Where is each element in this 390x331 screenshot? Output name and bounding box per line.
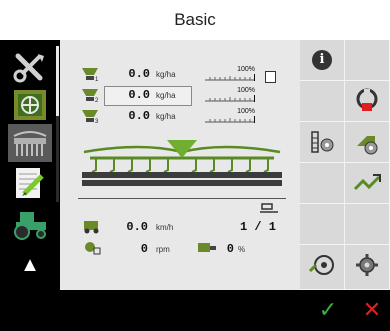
notepad-edit-icon[interactable] <box>8 164 52 202</box>
fan-hopper-icon <box>198 243 216 252</box>
softkey-empty[interactable] <box>345 40 390 81</box>
softkey-panel: i <box>300 40 390 290</box>
cancel-button[interactable]: ✕ <box>356 296 388 326</box>
bottom-bar: ✓ ✕ <box>0 290 390 331</box>
tractor-icon[interactable] <box>8 204 52 242</box>
percent-value: 0 <box>226 242 234 256</box>
speed-unit: km/h <box>156 223 174 232</box>
drive-mode-softkey[interactable] <box>345 81 390 122</box>
rate-value-1: 0.0 <box>128 67 150 81</box>
svg-text:3: 3 <box>95 119 99 124</box>
rate-unit-2: kg/ha <box>156 91 176 100</box>
rate-percent-1: 100% <box>237 66 255 73</box>
machine-settings-softkey[interactable] <box>345 122 390 163</box>
svg-text:2: 2 <box>95 98 99 103</box>
seeder-icon[interactable] <box>8 124 52 162</box>
fan-speed-icon <box>308 255 334 275</box>
rate-unit-3: kg/ha <box>156 112 176 121</box>
settings-softkey[interactable] <box>345 245 390 290</box>
rate-percent-3: 100% <box>237 108 255 115</box>
gear-icon <box>356 254 378 276</box>
divider <box>78 198 286 199</box>
rate-unit-1: kg/ha <box>156 70 176 79</box>
machine-mode-icon <box>260 203 278 213</box>
confirm-button[interactable]: ✓ <box>312 296 344 326</box>
rate-change-softkey[interactable] <box>345 163 390 204</box>
rate-gauge-2: 100% <box>205 87 255 102</box>
seeder-machine-graphic <box>82 140 282 186</box>
page-title: Basic <box>174 10 216 29</box>
left-nav-bar: ▲ ▼ <box>0 40 60 331</box>
rate-percent-2: 100% <box>237 87 255 94</box>
speed-value: 0.0 <box>126 220 148 234</box>
rpm-icon <box>85 242 101 255</box>
metering-row: 1 0.0 kg/ha 100% <box>60 66 300 84</box>
hopper-3-icon: 3 <box>82 110 99 124</box>
main-panel: 1 0.0 kg/ha 100% 2 0.0 kg/ha 100% 3 0.0 … <box>60 40 300 290</box>
rate-value-2: 0.0 <box>128 88 150 102</box>
fan-speed-softkey[interactable] <box>300 245 345 290</box>
hopper-2-icon: 2 <box>82 89 99 103</box>
section-count: 1 / 1 <box>239 220 276 234</box>
rate-value-3: 0.0 <box>128 109 150 123</box>
rate-gauge-3: 100% <box>205 108 255 123</box>
drive-mode-icon <box>356 88 378 111</box>
scroll-up-button[interactable]: ▲ <box>14 250 46 280</box>
rpm-value: 0 <box>140 242 148 256</box>
softkey-empty[interactable] <box>300 204 345 245</box>
softkey-empty[interactable] <box>300 81 345 122</box>
svg-text:1: 1 <box>95 77 99 82</box>
softkey-empty[interactable] <box>300 163 345 204</box>
rpm-unit: rpm <box>156 245 170 254</box>
hopper-1-icon: 1 <box>82 68 99 82</box>
metering-row: 3 0.0 kg/ha 100% <box>60 108 300 126</box>
calibration-softkey[interactable] <box>300 122 345 163</box>
info-softkey[interactable]: i <box>300 40 345 81</box>
tools-icon[interactable] <box>8 48 52 86</box>
percent-unit: % <box>238 245 246 254</box>
speed-icon <box>84 221 99 234</box>
rate-checkbox[interactable] <box>265 71 276 83</box>
rate-change-icon <box>353 174 381 191</box>
metering-row: 2 0.0 kg/ha 100% <box>60 86 300 106</box>
rate-gauge-1: 100% <box>205 66 255 81</box>
tractor-steering-icon[interactable] <box>8 86 52 124</box>
machine-settings-icon <box>357 136 378 155</box>
info-icon: i <box>312 50 332 70</box>
nav-scrollbar-thumb[interactable] <box>56 46 59 116</box>
softkey-empty[interactable] <box>345 204 390 245</box>
calibration-icon <box>311 131 334 153</box>
